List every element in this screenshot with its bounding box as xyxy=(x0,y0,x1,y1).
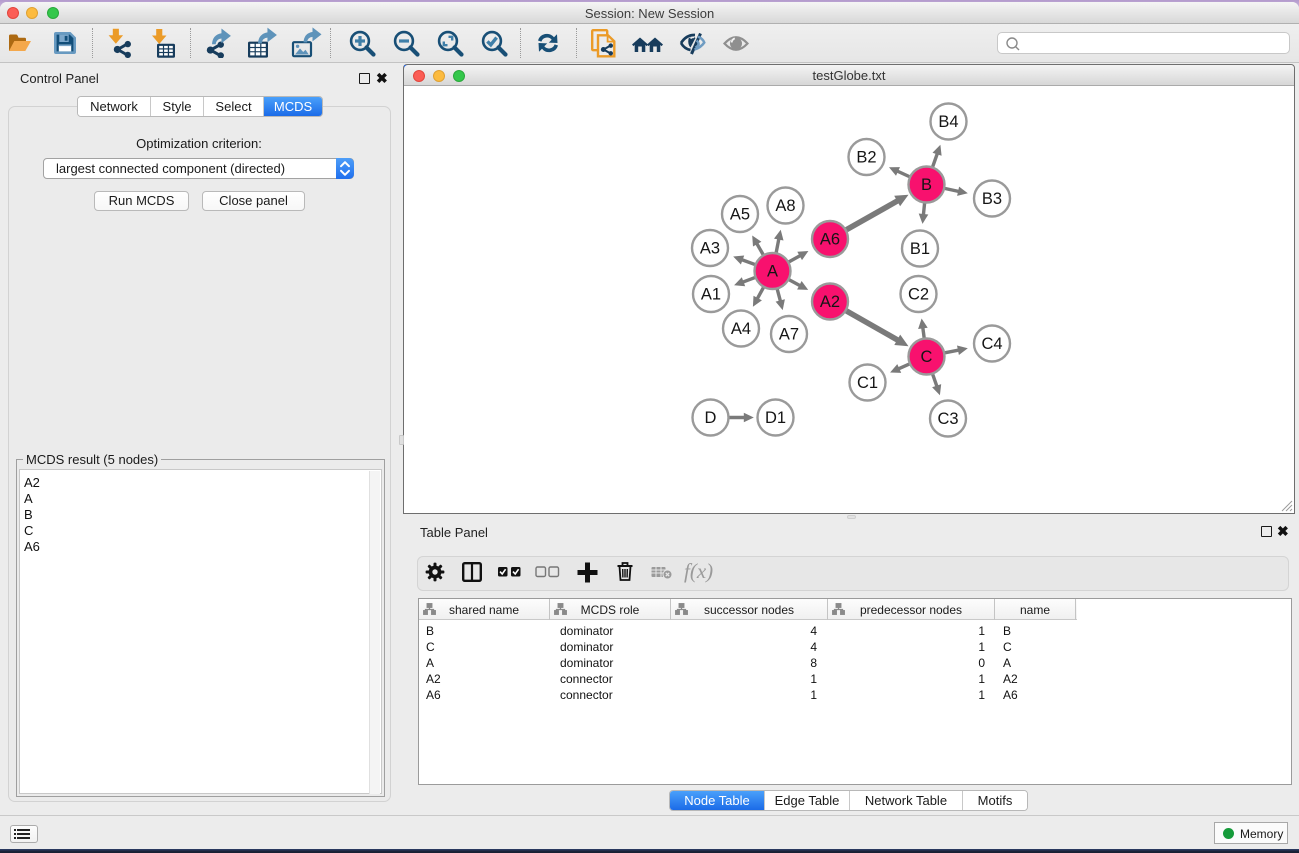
svg-text:D1: D1 xyxy=(765,409,786,427)
svg-text:C: C xyxy=(921,348,933,366)
svg-text:D: D xyxy=(705,409,717,427)
svg-text:B3: B3 xyxy=(982,190,1002,208)
svg-text:A3: A3 xyxy=(700,240,720,258)
svg-text:B2: B2 xyxy=(856,149,876,167)
svg-text:B1: B1 xyxy=(910,240,930,258)
svg-text:f(x): f(x) xyxy=(684,560,713,583)
svg-text:A6: A6 xyxy=(820,231,840,249)
svg-text:A5: A5 xyxy=(730,206,750,224)
svg-text:A7: A7 xyxy=(779,326,799,344)
svg-text:A: A xyxy=(767,263,778,281)
svg-text:A1: A1 xyxy=(701,286,721,304)
svg-text:C1: C1 xyxy=(857,374,878,392)
svg-text:C4: C4 xyxy=(981,335,1002,353)
svg-text:A4: A4 xyxy=(731,320,751,338)
svg-text:A2: A2 xyxy=(820,293,840,311)
svg-text:B: B xyxy=(921,176,932,194)
svg-text:A8: A8 xyxy=(775,197,795,215)
svg-text:B4: B4 xyxy=(938,113,958,131)
svg-text:C3: C3 xyxy=(937,410,958,428)
svg-text:C2: C2 xyxy=(908,286,929,304)
